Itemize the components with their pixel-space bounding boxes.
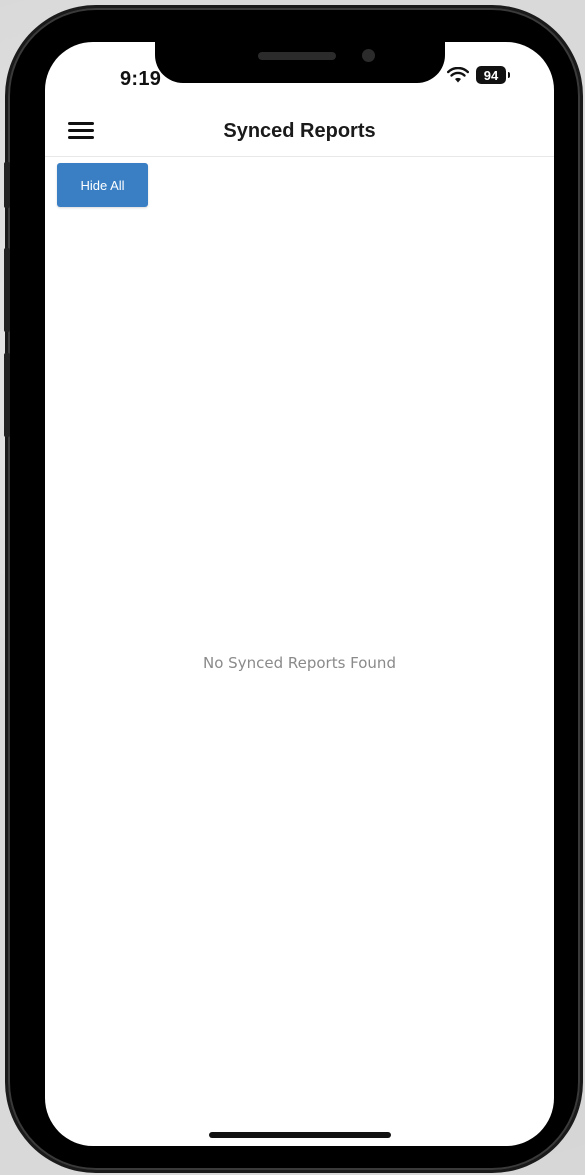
empty-state-message: No Synced Reports Found [203,654,396,672]
home-indicator[interactable] [209,1132,391,1138]
screen: 9:19 94 Synced Reports Hide All No Synce… [45,42,554,1146]
page-title: Synced Reports [223,120,376,142]
battery-level: 94 [483,67,499,83]
volume-up-button [4,248,10,332]
volume-down-button [4,353,10,437]
front-camera [362,49,375,62]
app-header: Synced Reports [45,108,554,157]
hide-all-button[interactable]: Hide All [57,163,148,207]
status-time: 9:19 [120,68,162,90]
speaker-grille [258,52,336,60]
status-icons: 94 [447,66,510,84]
notch [155,35,445,83]
wifi-icon [447,67,469,83]
mute-switch [4,162,10,208]
battery-icon: 94 [476,66,510,84]
